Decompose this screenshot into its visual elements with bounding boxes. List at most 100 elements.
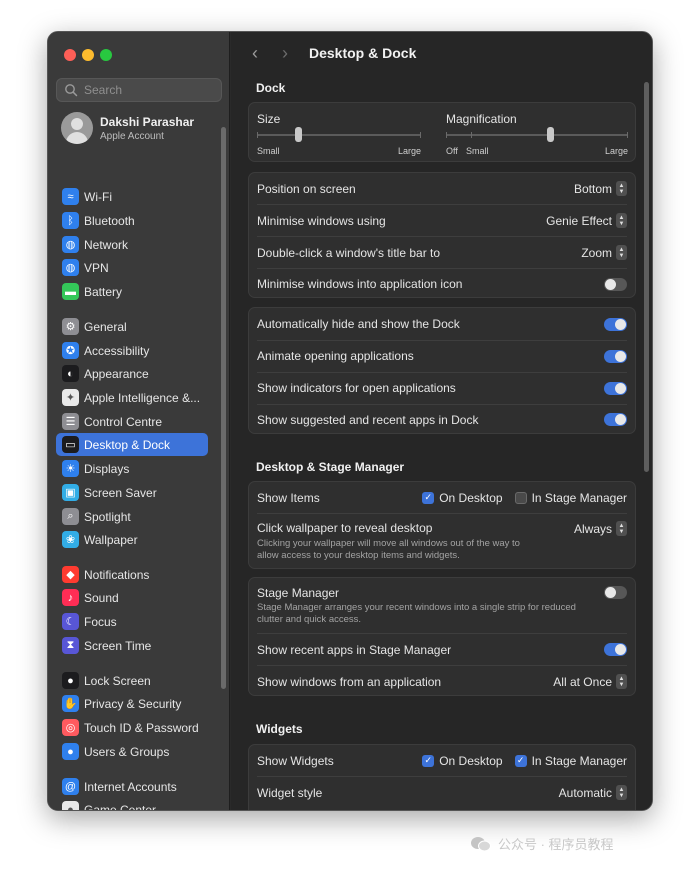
minimise-using-popup[interactable]: Genie Effect ▲ ▼ <box>546 213 627 228</box>
stage-manager-toggle[interactable] <box>604 586 627 599</box>
windows-from-app-row: Show windows from an application All at … <box>249 666 635 697</box>
sidebar-item-sound[interactable]: ♪ Sound <box>56 586 208 609</box>
spotlight-icon: ⌕ <box>62 508 79 525</box>
suggested-apps-row: Show suggested and recent apps in Dock <box>249 404 635 435</box>
double-click-row: Double-click a window's title bar to Zoo… <box>249 237 635 268</box>
sidebar-item-displays[interactable]: ☀ Displays <box>56 457 208 480</box>
speaker-icon: ♪ <box>62 589 79 606</box>
sidebar-item-screen-saver[interactable]: ▣ Screen Saver <box>56 481 208 504</box>
sidebar-item-label: Wallpaper <box>84 532 138 547</box>
minimise-into-icon-toggle[interactable] <box>604 277 627 291</box>
click-wallpaper-popup[interactable]: Always ▲ ▼ <box>574 521 627 536</box>
avatar <box>61 112 93 144</box>
windows-from-app-value: All at Once <box>553 674 612 689</box>
sidebar-item-focus[interactable]: ☾ Focus <box>56 610 208 633</box>
stepper-icon: ▲ ▼ <box>616 213 627 228</box>
sidebar-item-apple-intelligence[interactable]: ✦ Apple Intelligence &... <box>56 386 208 409</box>
sidebar-item-general[interactable]: ⚙ General <box>56 315 208 338</box>
show-items-desktop-checkbox[interactable]: ✓ On Desktop <box>422 491 503 505</box>
double-click-popup[interactable]: Zoom ▲ ▼ <box>581 245 627 260</box>
indicators-toggle[interactable] <box>604 381 627 395</box>
checkbox-label: In Stage Manager <box>531 490 627 505</box>
widget-style-popup[interactable]: Automatic ▲ ▼ <box>559 785 627 800</box>
settings-window: Dakshi Parashar Apple Account ≈ Wi-Fi ᛒ Blu… <box>47 31 653 811</box>
sidebar-item-battery[interactable]: ▬ Battery <box>56 280 208 303</box>
stepper-icon: ▲ ▼ <box>616 674 627 689</box>
stepper-icon: ▲ ▼ <box>616 521 627 536</box>
sidebar-item-label: Battery <box>84 284 123 299</box>
sidebar-item-desktop-dock[interactable]: ▭ Desktop & Dock <box>56 433 208 456</box>
minimise-into-icon-label: Minimise windows into application icon <box>257 277 463 291</box>
sidebar-item-label: Displays <box>84 461 130 476</box>
back-button[interactable]: ‹ <box>241 43 269 64</box>
sidebar-item-label: VPN <box>84 260 109 275</box>
widget-style-value: Automatic <box>558 785 612 800</box>
sidebar-scrollbar[interactable] <box>221 127 226 689</box>
sidebar-item-users-groups[interactable]: ● Users & Groups <box>56 740 208 763</box>
sidebar-item-spotlight[interactable]: ⌕ Spotlight <box>56 505 208 528</box>
sidebar-item-label: Apple Intelligence &... <box>84 390 201 405</box>
magnification-slider-knob[interactable] <box>546 127 554 142</box>
sidebar-item-lock-screen[interactable]: ● Lock Screen <box>56 669 208 692</box>
sidebar-item-screen-time[interactable]: ⧗ Screen Time <box>56 634 208 657</box>
position-row: Position on screen Bottom ▲ ▼ <box>249 173 635 204</box>
suggested-apps-toggle[interactable] <box>604 413 627 426</box>
sidebar-item-label: Accessibility <box>84 343 150 358</box>
apple-account[interactable]: Dakshi Parashar Apple Account <box>61 112 194 144</box>
minimise-window-button[interactable] <box>82 49 94 61</box>
auto-hide-toggle[interactable] <box>604 317 627 331</box>
close-window-button[interactable] <box>64 49 76 61</box>
widgets-group: Show Widgets ✓ On Desktop ✓ In Stage Manag… <box>248 744 636 810</box>
sidebar-item-label: Network <box>84 237 129 252</box>
auto-hide-label: Automatically hide and show the Dock <box>257 317 460 331</box>
search-input[interactable] <box>84 83 214 97</box>
double-click-value: Zoom <box>581 245 612 260</box>
recent-apps-label: Show recent apps in Stage Manager <box>257 642 452 657</box>
show-widgets-desktop-checkbox[interactable]: ✓ On Desktop <box>422 753 503 768</box>
click-wallpaper-row: Click wallpaper to reveal desktop Clicki… <box>249 513 635 570</box>
show-items-stage-checkbox[interactable]: In Stage Manager <box>514 490 627 505</box>
indicators-label: Show indicators for open applications <box>257 381 456 395</box>
show-items-label: Show Items <box>257 490 320 505</box>
watermark: 公众号 · 程序员教程 <box>470 834 614 853</box>
windows-from-app-popup[interactable]: All at Once ▲ ▼ <box>553 674 627 689</box>
hand-icon: ✋ <box>62 695 79 712</box>
forward-button[interactable]: › <box>271 43 299 64</box>
magnification-label: Magnification <box>446 112 517 126</box>
sidebar-item-label: Spotlight <box>84 509 131 524</box>
checkbox-label: On Desktop <box>439 753 503 768</box>
checkbox-icon: ✓ <box>422 754 435 767</box>
hourglass-icon: ⧗ <box>62 637 79 654</box>
sidebar-item-label: General <box>84 319 127 334</box>
content-scrollbar[interactable] <box>644 82 649 472</box>
sidebar-item-accessibility[interactable]: ✪ Accessibility <box>56 339 208 362</box>
stage-manager-group: Stage Manager Stage Manager arranges you… <box>248 577 636 696</box>
at-icon: @ <box>62 778 79 795</box>
sidebar-item-internet-accounts[interactable]: @ Internet Accounts <box>56 775 208 798</box>
sidebar-item-notifications[interactable]: ◆ Notifications <box>56 563 208 586</box>
minimise-using-label: Minimise windows using <box>257 213 386 228</box>
stage-manager-label: Stage Manager <box>257 586 340 600</box>
size-slider-knob[interactable] <box>295 127 302 142</box>
sidebar-item-wi-fi[interactable]: ≈ Wi-Fi <box>56 185 208 208</box>
show-widgets-stage-checkbox[interactable]: ✓ In Stage Manager <box>514 754 627 768</box>
sidebar-item-control-centre[interactable]: ☰ Control Centre <box>56 410 208 433</box>
moon-icon: ☾ <box>62 613 79 630</box>
sidebar-item-vpn[interactable]: ◍ VPN <box>56 256 208 279</box>
sidebar-item-network[interactable]: ◍ Network <box>56 233 208 256</box>
recent-apps-toggle[interactable] <box>604 643 627 656</box>
animate-toggle[interactable] <box>604 349 627 363</box>
sidebar-item-wallpaper[interactable]: ❀ Wallpaper <box>56 528 208 551</box>
sidebar-item-game-center[interactable]: ● Game Center <box>56 798 208 810</box>
widget-style-label: Widget style <box>257 785 323 800</box>
animate-row: Animate opening applications <box>249 340 635 372</box>
search-box[interactable] <box>56 78 222 102</box>
zoom-window-button[interactable] <box>100 49 112 61</box>
sidebar-item-bluetooth[interactable]: ᛒ Bluetooth <box>56 209 208 232</box>
animate-label: Animate opening applications <box>257 349 414 363</box>
sidebar-item-appearance[interactable]: ◐ Appearance <box>56 362 208 385</box>
sidebar-item-touch-id-password[interactable]: ◎ Touch ID & Password <box>56 716 208 739</box>
sidebar-item-label: Screen Time <box>84 638 152 653</box>
sidebar-item-privacy-security[interactable]: ✋ Privacy & Security <box>56 692 208 715</box>
position-popup[interactable]: Bottom ▲ ▼ <box>574 181 627 196</box>
